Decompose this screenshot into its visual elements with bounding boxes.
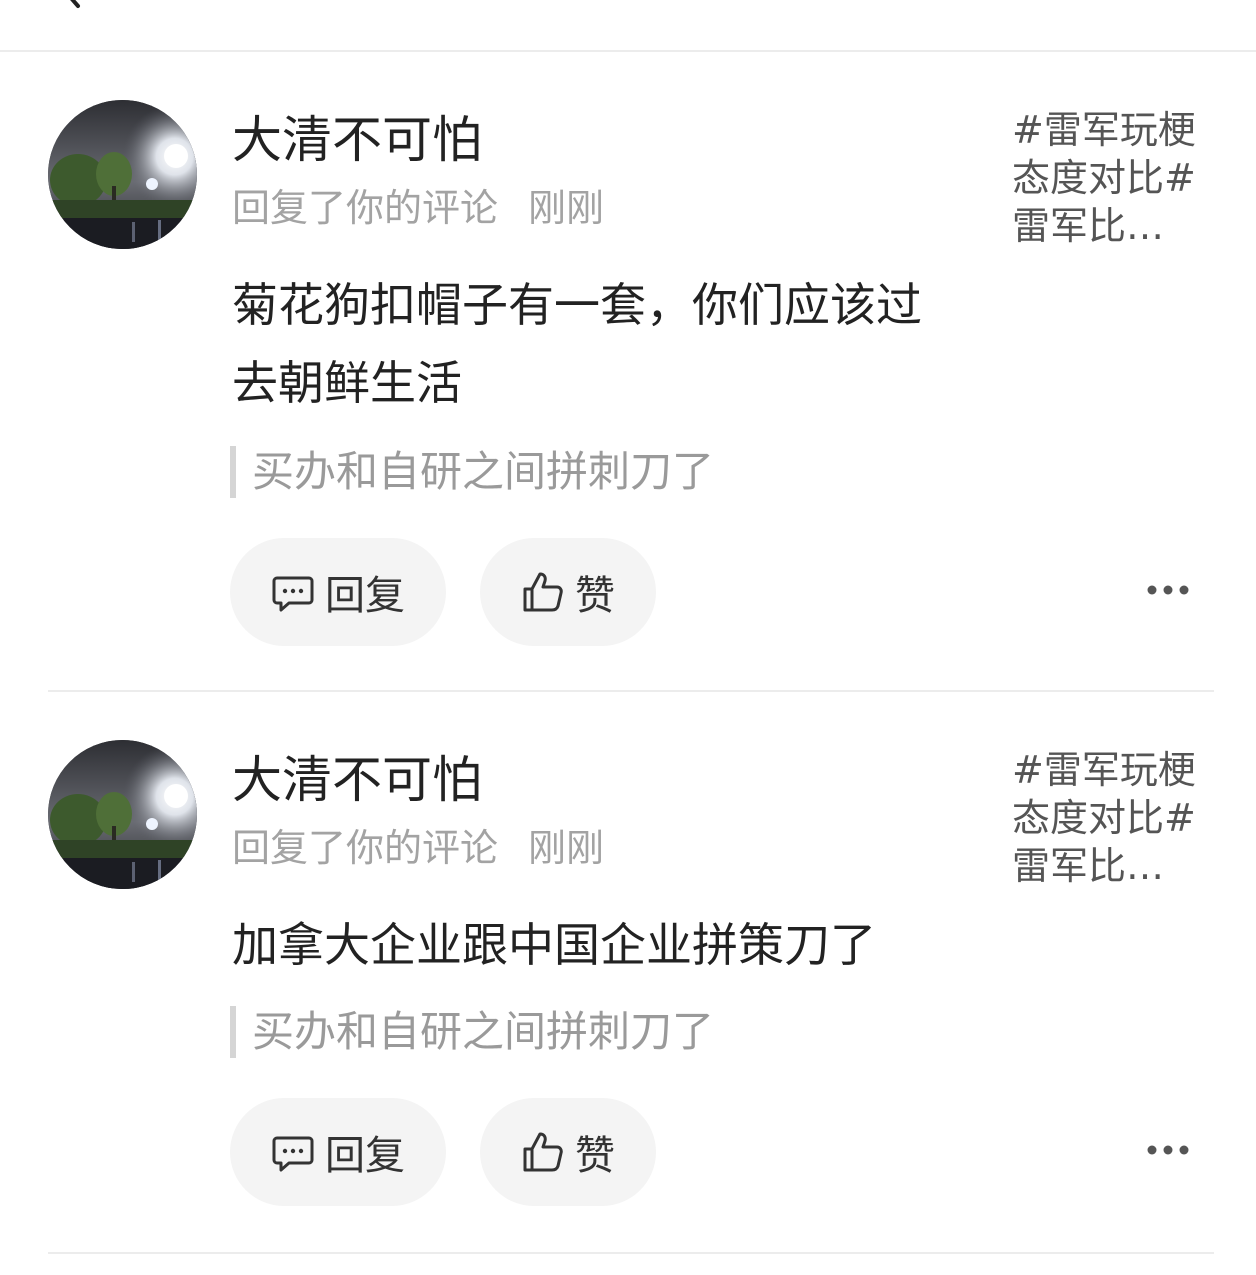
like-button-label: 赞 <box>575 1133 615 1179</box>
notification-item[interactable]: 大清不可怕 回复了你的评论 刚刚 #雷军玩梗态度对比#雷军比… 菊花狗扣帽子有一套… <box>0 52 1256 692</box>
notification-meta: 回复了你的评论 刚刚 <box>232 822 604 874</box>
notification-meta: 回复了你的评论 刚刚 <box>232 182 604 234</box>
avatar-photo <box>48 740 197 889</box>
reply-content: 菊花狗扣帽子有一套，你们应该过去朝鲜生活 <box>232 278 922 410</box>
action-text: 回复了你的评论 <box>232 186 499 230</box>
avatar[interactable] <box>48 740 197 889</box>
thumbs-up-icon <box>523 572 563 612</box>
avatar-photo <box>48 100 197 249</box>
like-button[interactable]: 赞 <box>480 1098 656 1206</box>
timestamp: 刚刚 <box>528 826 605 870</box>
reply-button-label: 回复 <box>325 573 405 619</box>
timestamp: 刚刚 <box>528 186 605 230</box>
comment-icon <box>272 576 314 612</box>
action-text: 回复了你的评论 <box>232 826 499 870</box>
notification-item[interactable]: 大清不可怕 回复了你的评论 刚刚 #雷军玩梗态度对比#雷军比… 加拿大企业跟中国企… <box>0 692 1256 1275</box>
divider <box>48 1252 1214 1254</box>
quoted-comment[interactable]: 买办和自研之间拼刺刀了 <box>230 1006 714 1058</box>
page-title <box>470 0 730 8</box>
like-button[interactable]: 赞 <box>480 538 656 646</box>
username[interactable]: 大清不可怕 <box>232 748 482 812</box>
notification-page: 大清不可怕 回复了你的评论 刚刚 #雷军玩梗态度对比#雷军比… 菊花狗扣帽子有一套… <box>0 0 1256 1275</box>
reply-button-label: 回复 <box>325 1133 405 1179</box>
comment-icon <box>272 1136 314 1172</box>
reply-button[interactable]: 回复 <box>230 1098 446 1206</box>
top-nav-bar <box>0 0 1256 52</box>
back-arrow-icon[interactable] <box>52 0 92 10</box>
more-options-icon[interactable] <box>1138 580 1198 600</box>
topic-link[interactable]: #雷军玩梗态度对比#雷军比… <box>1012 106 1208 250</box>
username[interactable]: 大清不可怕 <box>232 108 482 172</box>
like-button-label: 赞 <box>575 573 615 619</box>
more-options-icon[interactable] <box>1138 1140 1198 1160</box>
thumbs-up-icon <box>523 1132 563 1172</box>
topic-link[interactable]: #雷军玩梗态度对比#雷军比… <box>1012 746 1208 890</box>
reply-button[interactable]: 回复 <box>230 538 446 646</box>
reply-content: 加拿大企业跟中国企业拼策刀了 <box>232 918 876 972</box>
quoted-comment[interactable]: 买办和自研之间拼刺刀了 <box>230 446 714 498</box>
avatar[interactable] <box>48 100 197 249</box>
